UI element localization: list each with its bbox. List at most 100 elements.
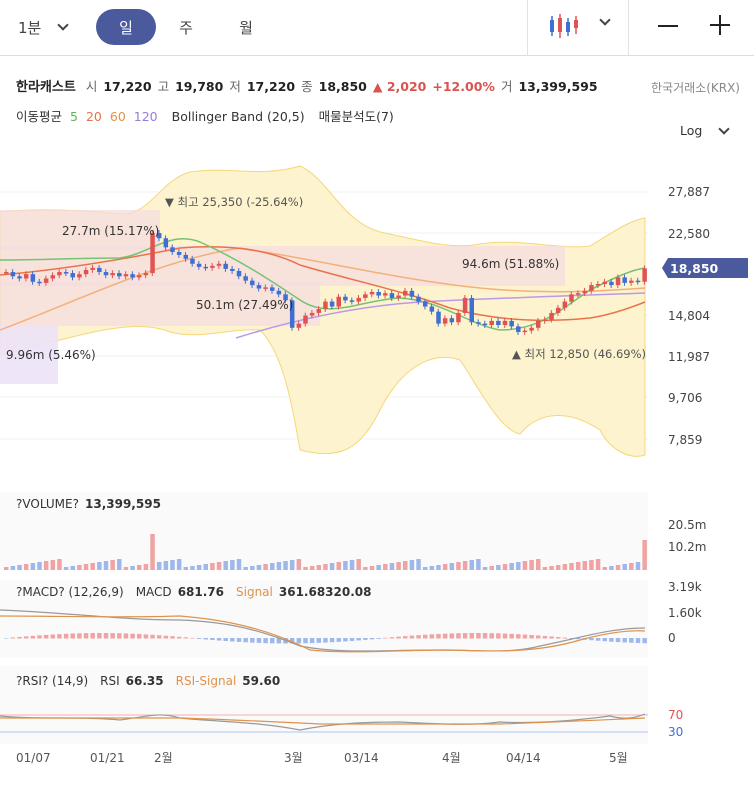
x-tick: 3월 (284, 751, 303, 765)
candle (176, 252, 182, 255)
candle (489, 320, 494, 326)
candle (30, 274, 36, 282)
macd-bar (376, 638, 381, 639)
macd-bar (442, 633, 448, 639)
x-tick: 01/07 (16, 751, 51, 765)
volume-bar (582, 561, 588, 570)
bollinger-label[interactable]: Bollinger Band (20,5) (172, 109, 305, 124)
stock-chart[interactable]: ▼ 최고 25,350 (-25.64%) ▲ 최저 12,850 (46.69… (0, 150, 754, 786)
macd-bar (123, 633, 129, 639)
tab-week[interactable]: 주 (156, 9, 216, 45)
volume-bar (143, 564, 149, 570)
macd-bar (203, 638, 208, 640)
current-price-value: 18,850 (670, 261, 719, 276)
volume-bar (575, 562, 581, 570)
volume-panel-label: ?VOLUME? 13,399,595 (16, 497, 161, 511)
x-tick: 4월 (442, 751, 461, 765)
volume-bar (529, 560, 534, 570)
candle (203, 266, 208, 269)
macd-bar (243, 638, 248, 643)
macd-bar (83, 633, 89, 639)
current-price-tag: 18,850 (662, 258, 748, 278)
candle (210, 265, 215, 268)
volume-panel-title: ?VOLUME? (16, 497, 79, 511)
x-tick: 03/14 (344, 751, 379, 765)
high-label: 고 (157, 79, 170, 94)
volume-bar (103, 561, 109, 570)
volume-bar (629, 563, 634, 570)
volume-profile-label[interactable]: 매물분석도(7) (319, 106, 394, 125)
candle (83, 269, 89, 275)
candlestick-chart-icon[interactable] (548, 12, 580, 40)
candle (70, 273, 75, 278)
volume-bar (622, 564, 627, 570)
volume-bar (489, 566, 494, 570)
candle (376, 291, 381, 296)
candle (270, 287, 275, 291)
macd-bar (522, 634, 528, 639)
price-tick: 11,987 (668, 350, 710, 364)
macd-bar (176, 636, 182, 639)
volume-bar (323, 564, 328, 570)
macd-bar (303, 638, 308, 644)
macd-value: 681.76 (177, 585, 224, 599)
volume-bar (409, 560, 415, 570)
chart-type-chevron-icon[interactable] (599, 14, 611, 26)
macd-bar (130, 633, 135, 639)
volume-bar (196, 565, 202, 570)
candle (23, 274, 29, 279)
candle (422, 301, 428, 307)
macd-bar (309, 638, 315, 644)
rsi-panel-title: ?RSI? (14,9) (16, 674, 89, 688)
macd-bar (296, 638, 302, 644)
candle (356, 297, 361, 302)
volume-bar (536, 559, 541, 570)
tab-day[interactable]: 일 (96, 9, 156, 45)
volume-bar (389, 563, 395, 570)
macd-bar (436, 633, 441, 639)
timeframe-select[interactable]: 1분 (18, 10, 70, 44)
ma5-label: 5 (70, 109, 78, 124)
candle (103, 272, 109, 276)
macd-panel-title: ?MACD? (12,26,9) (16, 585, 124, 599)
change-percent: +12.00% (432, 79, 495, 94)
volume-bar (270, 563, 275, 570)
x-tick: 2월 (154, 751, 173, 765)
macd-bar (143, 634, 149, 639)
volume-bar (150, 534, 155, 570)
macd-bar (369, 638, 375, 640)
candle (509, 320, 514, 327)
macd-bar (496, 633, 501, 639)
macd-bar (642, 638, 647, 644)
zoom-out-icon[interactable] (658, 25, 678, 27)
volume-bar (462, 561, 468, 570)
volume-bar (50, 560, 56, 570)
macd-bar (542, 635, 548, 639)
macd-bar (629, 638, 634, 643)
log-scale-toggle[interactable]: Log (680, 122, 730, 138)
tab-month[interactable]: 월 (216, 9, 276, 45)
volume-bar (156, 562, 162, 570)
zoom-in-icon[interactable] (710, 15, 730, 35)
macd-bar (323, 638, 328, 643)
volume-bar (383, 564, 388, 570)
macd-bar (70, 633, 75, 639)
macd-bar (230, 638, 235, 642)
moving-average-label[interactable]: 이동평균 (16, 106, 62, 125)
volume-bar (635, 562, 641, 570)
candle (436, 311, 441, 324)
volume-bar (216, 562, 222, 570)
volume-profile-label: 94.6m (51.88%) (462, 257, 559, 271)
candle (615, 277, 621, 286)
volume-bar (569, 563, 574, 570)
macd-bar (210, 638, 215, 640)
volume-bar (436, 565, 441, 570)
macd-bar (416, 635, 421, 639)
candle (629, 280, 634, 283)
macd-bar (456, 633, 461, 639)
macd-bar (216, 638, 222, 641)
low-label: 저 (229, 79, 241, 94)
candle (236, 270, 242, 277)
volume-bar (509, 563, 514, 570)
candle (196, 263, 202, 267)
